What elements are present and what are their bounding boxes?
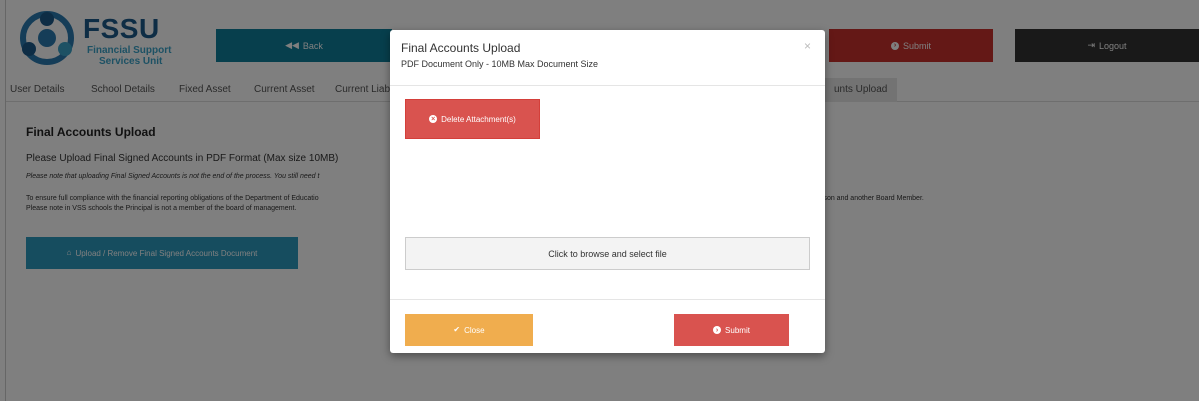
modal-title: Final Accounts Upload [401,41,521,55]
close-label: Close [464,325,485,335]
modal-submit-label: Submit [725,325,750,335]
circle-arrow-icon: › [713,326,722,334]
modal-header-divider [390,85,825,86]
upload-modal: Final Accounts Upload PDF Document Only … [390,30,825,353]
modal-submit-button[interactable]: › Submit [674,314,789,346]
modal-close-icon[interactable]: × [804,39,811,53]
modal-subtitle: PDF Document Only - 10MB Max Document Si… [401,59,599,69]
close-button[interactable]: ✔ Close [405,314,533,346]
file-browse-dropzone[interactable]: Click to browse and select file [405,237,810,270]
delete-attachments-label: Delete Attachment(s) [441,114,516,124]
check-icon: ✔ [453,325,461,334]
delete-attachments-button[interactable]: × Delete Attachment(s) [405,99,540,139]
modal-footer-divider [390,299,825,300]
remove-circle-icon: × [429,115,438,123]
